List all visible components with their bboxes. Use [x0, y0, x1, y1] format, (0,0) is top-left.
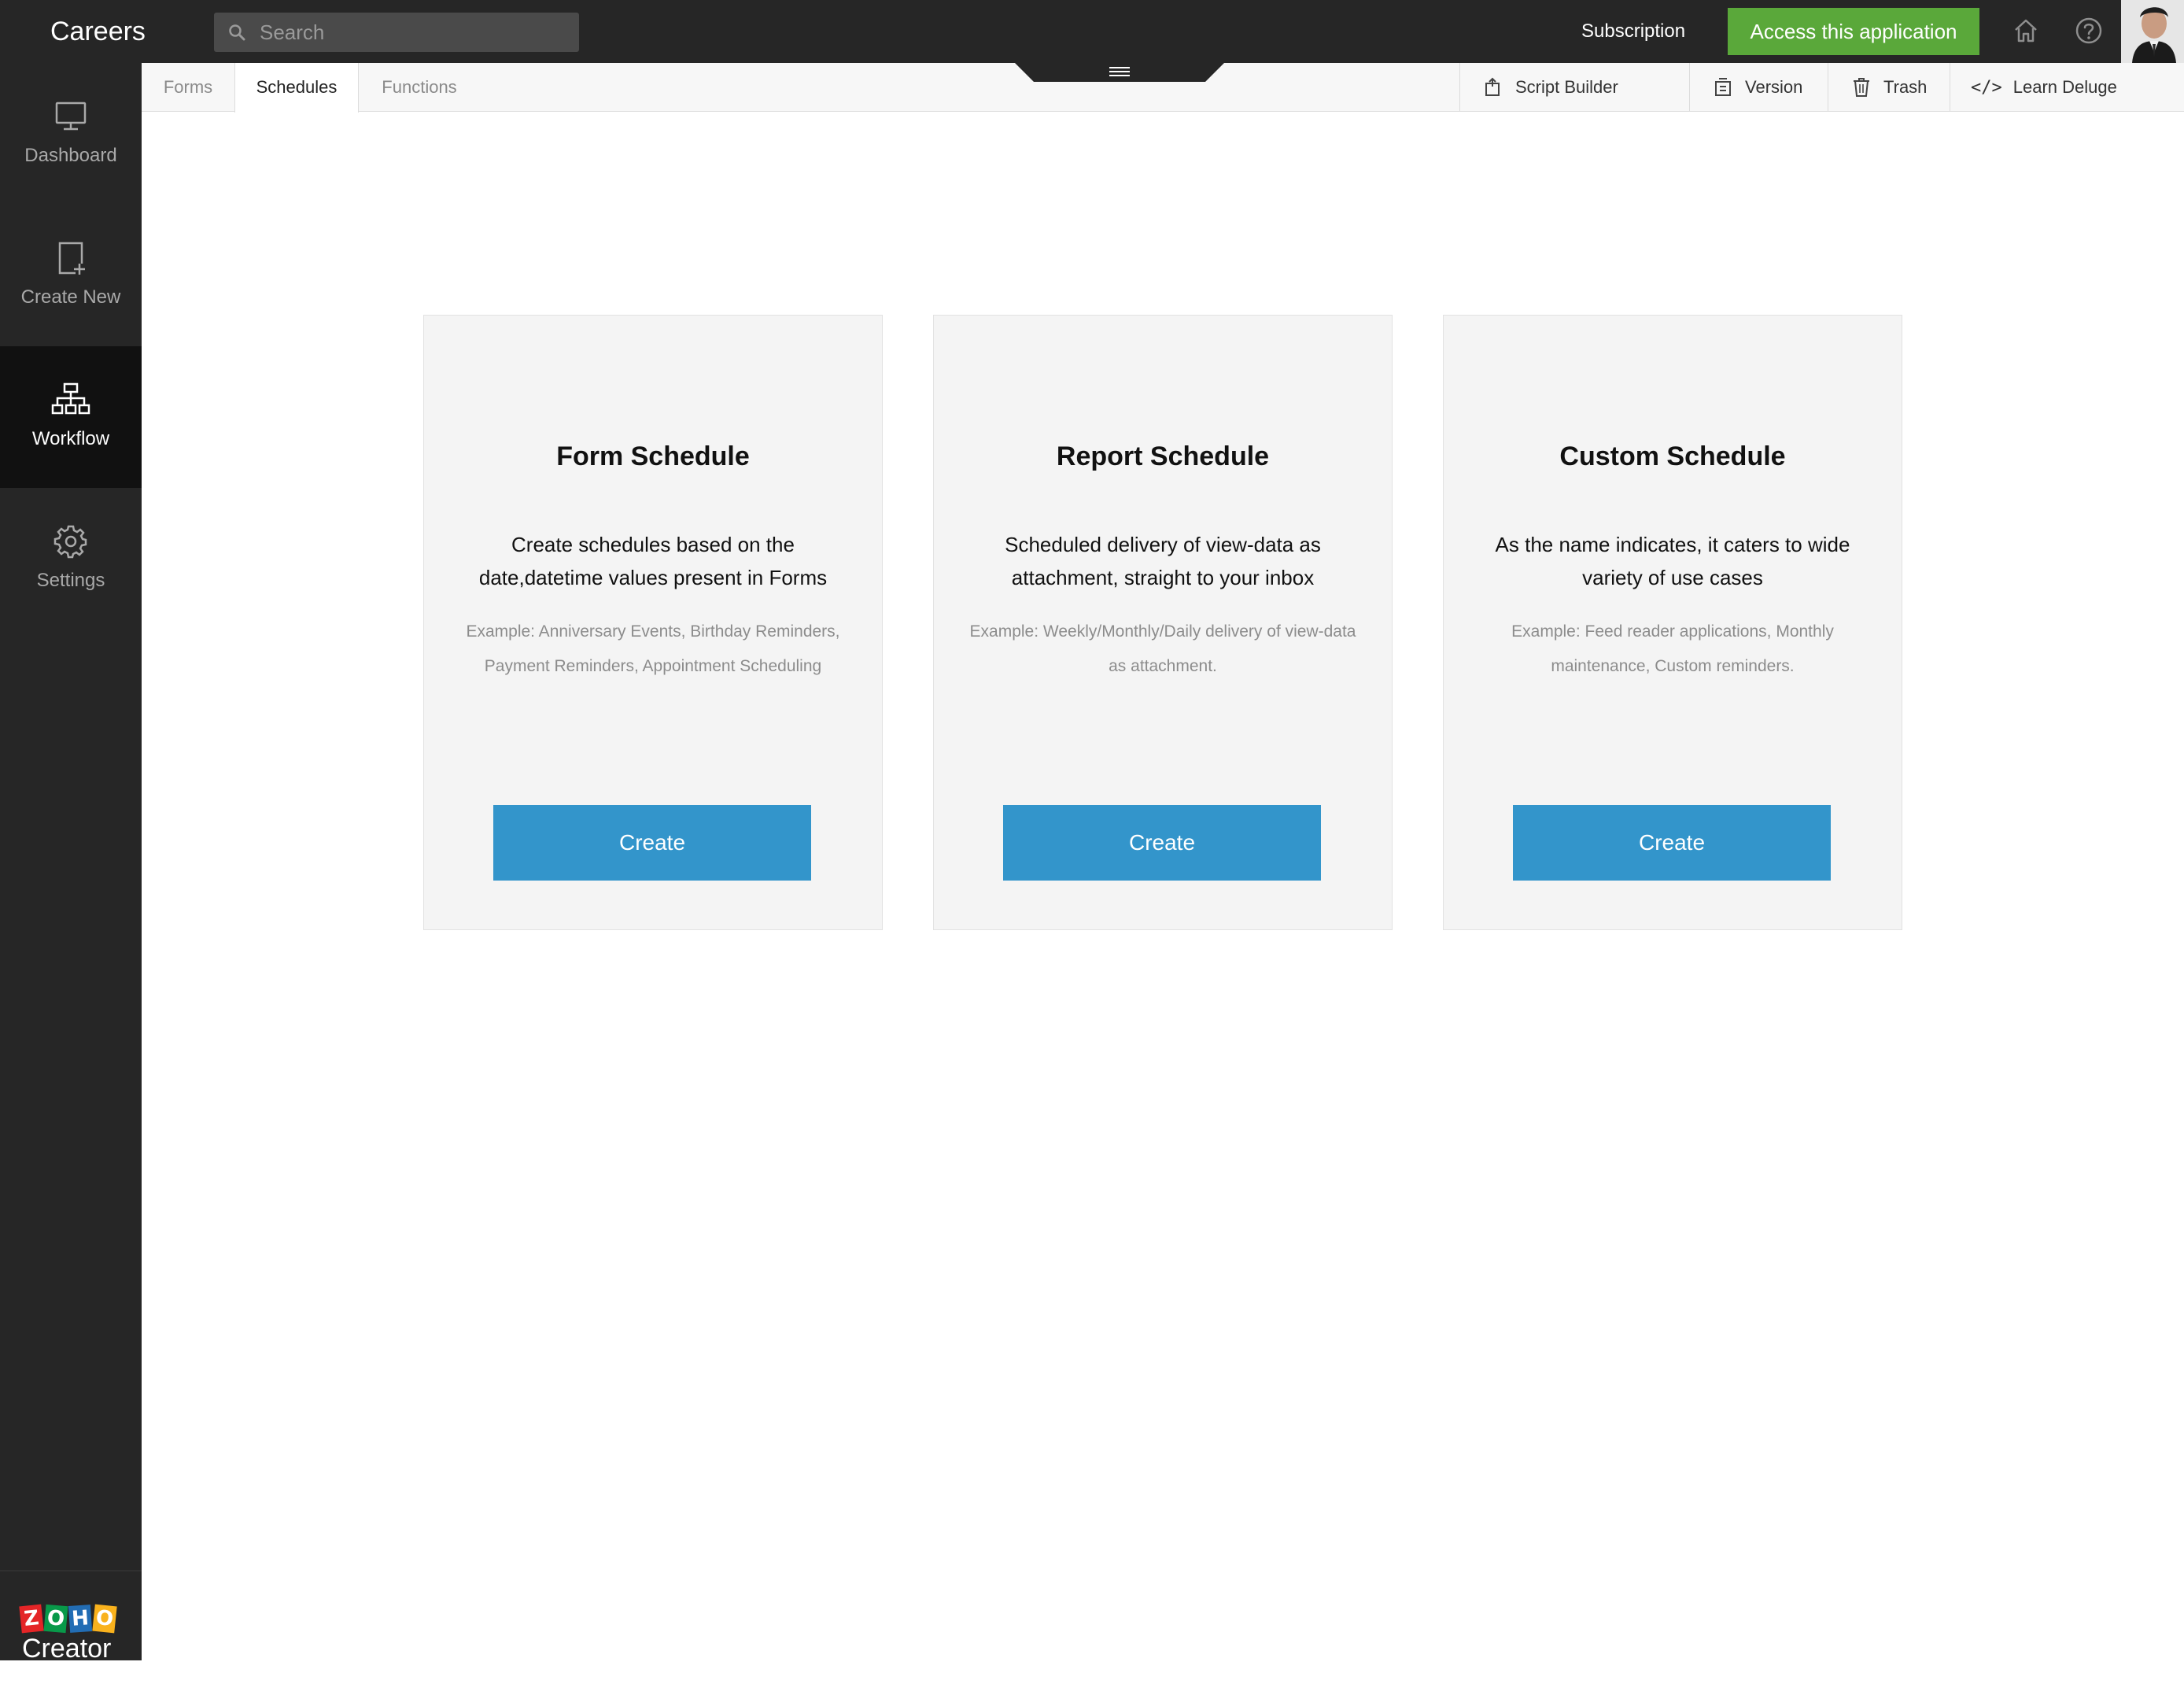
- sidebar-item-label: Settings: [36, 570, 105, 591]
- sub-toolbar: Forms Schedules Functions Script Builder…: [142, 63, 2184, 113]
- logo-word: Creator: [22, 1634, 112, 1664]
- sidebar-item-label: Create New: [20, 286, 121, 308]
- create-form-schedule-button[interactable]: Create: [493, 805, 811, 881]
- report-schedule-card: Report Schedule Scheduled delivery of vi…: [933, 315, 1393, 930]
- tab-forms[interactable]: Forms: [142, 63, 234, 112]
- avatar[interactable]: [2121, 0, 2184, 63]
- version-button[interactable]: Version: [1689, 63, 1828, 112]
- sidebar-item-workflow[interactable]: Workflow: [0, 346, 142, 488]
- monitor-icon: [55, 102, 87, 131]
- card-title: Custom Schedule: [1559, 441, 1786, 471]
- help-icon[interactable]: [2074, 16, 2104, 46]
- zoho-creator-logo[interactable]: Z O H O Creator: [16, 1604, 126, 1684]
- search-icon: [229, 24, 245, 41]
- sidebar: Dashboard Create New Workflow Settings Z…: [0, 63, 142, 1664]
- form-schedule-card: Form Schedule Create schedules based on …: [423, 315, 883, 930]
- app-title[interactable]: Careers: [50, 11, 146, 52]
- user-photo: [2121, 0, 2184, 63]
- version-icon: [1715, 78, 1731, 96]
- card-description: Create schedules based on the date,datet…: [478, 533, 828, 589]
- logo-letter: O: [43, 1604, 68, 1634]
- new-page-icon: [58, 242, 85, 275]
- logo-letter: O: [92, 1604, 117, 1634]
- panel-toggle-handle[interactable]: [1015, 63, 1224, 83]
- code-icon: </>: [1971, 77, 2002, 98]
- trash-button[interactable]: Trash: [1828, 63, 1950, 112]
- create-custom-schedule-button[interactable]: Create: [1513, 805, 1831, 881]
- logo-letter: Z: [19, 1604, 44, 1634]
- trash-icon: [1854, 78, 1869, 97]
- learn-deluge-link[interactable]: </> Learn Deluge: [1950, 63, 2184, 112]
- sidebar-item-settings[interactable]: Settings: [0, 488, 142, 630]
- workflow-icon: [51, 382, 90, 415]
- sidebar-divider: [0, 1570, 142, 1571]
- logo-letter: H: [68, 1605, 93, 1633]
- card-example: Example: Feed reader applications, Month…: [1511, 622, 1834, 675]
- sidebar-item-label: Dashboard: [24, 145, 117, 166]
- learn-deluge-label: Learn Deluge: [2012, 77, 2117, 97]
- card-description: As the name indicates, it caters to wide…: [1495, 533, 1850, 589]
- version-label: Version: [1745, 77, 1803, 97]
- tab-schedules[interactable]: Schedules: [234, 63, 359, 113]
- zoho-logo-letters: Z O H O: [19, 1604, 126, 1634]
- create-report-schedule-button[interactable]: Create: [1003, 805, 1321, 881]
- gear-icon: [53, 525, 87, 559]
- search-input[interactable]: [260, 13, 566, 52]
- subscription-link[interactable]: Subscription: [1581, 16, 1685, 47]
- sidebar-item-label: Workflow: [31, 428, 110, 449]
- custom-schedule-card: Custom Schedule As the name indicates, i…: [1443, 315, 1902, 930]
- script-builder-label: Script Builder: [1515, 77, 1618, 97]
- sidebar-item-dashboard[interactable]: Dashboard: [0, 63, 142, 205]
- card-title: Form Schedule: [556, 441, 750, 471]
- home-icon[interactable]: [2011, 16, 2041, 46]
- card-title: Report Schedule: [1056, 441, 1270, 471]
- tab-functions[interactable]: Functions: [359, 63, 480, 112]
- script-builder-button[interactable]: Script Builder: [1459, 63, 1689, 112]
- search-box[interactable]: [214, 13, 579, 52]
- trash-label: Trash: [1883, 77, 1928, 97]
- sidebar-item-create-new[interactable]: Create New: [0, 205, 142, 346]
- top-bar: Careers Subscription Access this applica…: [0, 0, 2184, 63]
- card-example: Example: Anniversary Events, Birthday Re…: [466, 622, 840, 675]
- card-example: Example: Weekly/Monthly/Daily delivery o…: [969, 622, 1356, 675]
- script-builder-icon: [1485, 77, 1500, 96]
- card-description: Scheduled delivery of view-data as attac…: [1005, 533, 1321, 589]
- access-application-button[interactable]: Access this application: [1728, 8, 1979, 55]
